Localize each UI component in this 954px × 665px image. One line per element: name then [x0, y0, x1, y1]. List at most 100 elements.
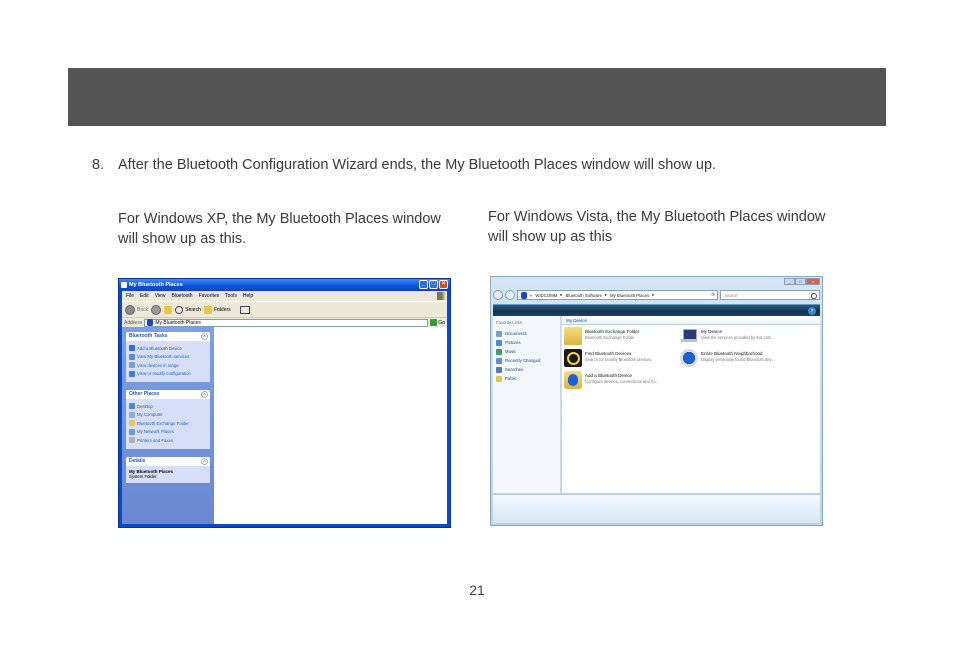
- item-title: Entire Bluetooth Neighborhood: [701, 351, 763, 356]
- menu-help[interactable]: Help: [243, 291, 253, 301]
- place-desktop[interactable]: Desktop: [129, 402, 207, 411]
- forward-arrow-icon[interactable]: [505, 290, 515, 300]
- windows-logo-icon: [437, 292, 445, 300]
- place-my-network-places[interactable]: My Network Places: [129, 428, 207, 437]
- chevron-right-icon: «: [530, 292, 533, 298]
- add-bluetooth-icon: [564, 371, 582, 389]
- place-label: My Computer: [137, 412, 163, 418]
- task-label: View My Bluetooth services: [137, 354, 190, 360]
- place-label: Printers and Faxes: [137, 437, 174, 443]
- xp-title-bar: My Bluetooth Places _ □ ×: [119, 279, 450, 291]
- views-icon[interactable]: [239, 305, 250, 314]
- configuration-icon: [129, 370, 135, 377]
- chevron-up-icon[interactable]: ^: [201, 457, 208, 465]
- task-view-configuration[interactable]: View or modify configuration: [129, 370, 207, 379]
- back-button[interactable]: Back: [125, 304, 148, 315]
- bluetooth-icon: [680, 349, 698, 367]
- close-icon[interactable]: ×: [806, 278, 820, 285]
- search-button[interactable]: Search: [175, 305, 201, 314]
- desktop-icon: [129, 403, 135, 410]
- folders-icon: [203, 305, 212, 314]
- go-label: Go: [438, 319, 445, 326]
- favorite-label: Searches: [505, 367, 524, 372]
- item-title: Find Bluetooth Devices: [585, 351, 632, 356]
- menu-file[interactable]: File: [126, 291, 134, 301]
- vista-window-controls: _ □ ×: [784, 278, 820, 285]
- breadcrumb-widcomm[interactable]: WIDCOMM: [535, 293, 557, 298]
- favorite-music[interactable]: Music: [496, 347, 557, 356]
- task-view-devices-in-range[interactable]: View devices in range: [129, 361, 207, 370]
- minimize-icon[interactable]: _: [419, 280, 428, 289]
- menu-tools[interactable]: Tools: [225, 291, 237, 301]
- minimize-icon[interactable]: _: [784, 278, 795, 285]
- other-places-panel: Other Places ^ Desktop My Computer Bluet…: [126, 390, 210, 449]
- address-value: My Bluetooth Places: [155, 319, 201, 326]
- add-device-icon: [129, 345, 135, 352]
- favorite-label: Public: [505, 376, 517, 381]
- folders-button[interactable]: Folders: [203, 305, 231, 314]
- favorite-documents[interactable]: Documents: [496, 329, 557, 338]
- other-places-title: Other Places: [129, 391, 160, 397]
- back-arrow-icon: [125, 304, 135, 315]
- chevron-up-icon[interactable]: ^: [201, 333, 208, 340]
- menu-edit[interactable]: Edit: [140, 291, 149, 301]
- go-button[interactable]: Go: [430, 319, 447, 326]
- item-add-bluetooth-device[interactable]: Add a Bluetooth Device Configure devices,…: [564, 371, 684, 391]
- back-arrow-icon[interactable]: [493, 290, 503, 300]
- documents-icon: [496, 330, 502, 337]
- laptop-icon: [680, 327, 698, 345]
- details-header[interactable]: Details ^: [126, 456, 210, 466]
- item-bluetooth-exchange-folder[interactable]: Bluetooth Exchange Folder Bluetooth Excha…: [564, 327, 684, 347]
- header-bar: [68, 68, 886, 126]
- music-icon: [496, 348, 502, 355]
- vista-navigation-pane: Favorite Links Documents Pictures Music …: [493, 316, 561, 493]
- place-label: My Network Places: [137, 429, 174, 435]
- folder-icon: [564, 327, 582, 345]
- up-folder-icon[interactable]: [164, 305, 173, 314]
- close-icon[interactable]: ×: [439, 280, 448, 289]
- search-devices-icon: [129, 362, 135, 369]
- help-icon[interactable]: ?: [808, 307, 816, 315]
- menu-view[interactable]: View: [155, 291, 166, 301]
- xp-window-controls: _ □ ×: [419, 280, 448, 289]
- forward-arrow-icon[interactable]: [151, 304, 162, 315]
- item-my-device[interactable]: My Device View the services provided by t…: [680, 327, 800, 347]
- bluetooth-tasks-title: Bluetooth Tasks: [129, 333, 168, 339]
- favorite-recently-changed[interactable]: Recently Changed: [496, 356, 557, 365]
- favorite-pictures[interactable]: Pictures: [496, 338, 557, 347]
- favorite-searches[interactable]: Searches: [496, 365, 557, 374]
- place-bluetooth-exchange-folder[interactable]: Bluetooth Exchange Folder: [129, 419, 207, 428]
- address-field[interactable]: My Bluetooth Places: [144, 318, 429, 327]
- favorite-public[interactable]: Public: [496, 374, 557, 383]
- vista-address-bar[interactable]: « WIDCOMM ▸ Bluetooth Software ▸ My Blue…: [517, 290, 718, 300]
- menu-bluetooth[interactable]: Bluetooth: [171, 291, 192, 301]
- searches-icon: [496, 366, 502, 373]
- search-input[interactable]: Search: [720, 290, 820, 300]
- item-entire-bluetooth-neighborhood[interactable]: Entire Bluetooth Neighborhood Display pre…: [680, 349, 800, 369]
- bluetooth-tasks-header[interactable]: Bluetooth Tasks ^: [126, 332, 210, 341]
- maximize-icon[interactable]: □: [429, 280, 438, 289]
- search-label: Search: [185, 306, 201, 313]
- task-label: Add a Bluetooth Device: [137, 345, 182, 351]
- public-folder-icon: [496, 375, 502, 382]
- place-my-computer[interactable]: My Computer: [129, 411, 207, 420]
- place-printers-and-faxes[interactable]: Printers and Faxes: [129, 436, 207, 445]
- xp-menu-bar: File Edit View Bluetooth Favorites Tools…: [122, 291, 447, 301]
- printer-icon: [129, 437, 135, 444]
- maximize-icon[interactable]: □: [795, 278, 806, 285]
- chevron-up-icon[interactable]: ^: [201, 391, 208, 398]
- other-places-header[interactable]: Other Places ^: [126, 390, 210, 399]
- task-label: View or modify configuration: [137, 371, 191, 377]
- details-title: Details: [129, 457, 146, 464]
- breadcrumb-my-bluetooth-places[interactable]: My Bluetooth Places: [610, 293, 649, 298]
- breadcrumb-bluetooth-software[interactable]: Bluetooth Software: [566, 293, 602, 298]
- item-find-bluetooth-devices[interactable]: Find Bluetooth Devices Search for nearby …: [564, 349, 684, 369]
- favorite-label: Documents: [505, 331, 527, 336]
- go-arrow-icon: [430, 319, 438, 326]
- task-view-services[interactable]: View My Bluetooth services: [129, 353, 207, 362]
- task-add-bluetooth-device[interactable]: Add a Bluetooth Device: [129, 344, 207, 353]
- menu-favorites[interactable]: Favorites: [199, 291, 220, 301]
- refresh-icon[interactable]: ⟳: [711, 292, 717, 298]
- place-label: Bluetooth Exchange Folder: [137, 420, 189, 426]
- search-icon: [175, 305, 184, 314]
